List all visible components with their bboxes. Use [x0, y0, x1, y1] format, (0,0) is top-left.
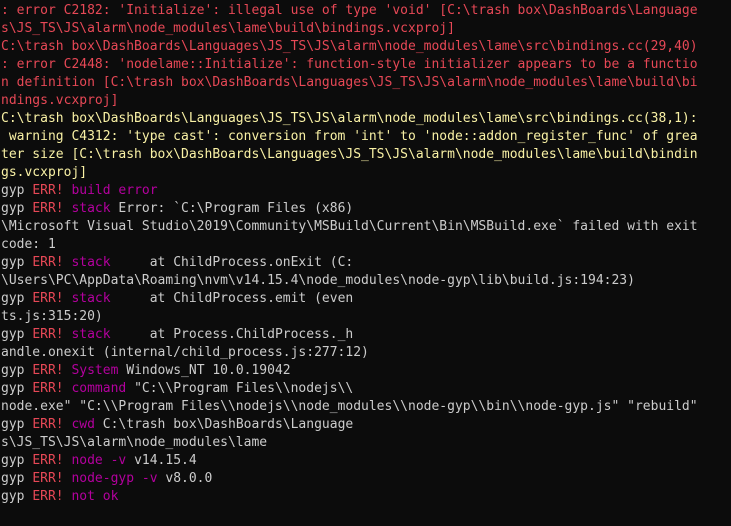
error-message: : error C2182: 'Initialize': illegal use…: [1, 3, 698, 18]
terminal-line: gyp ERR! cwd C:\trash box\DashBoards\Lan…: [0, 416, 731, 434]
warning-message: gs.vcxproj]: [1, 165, 88, 180]
line-text: gyp: [1, 255, 33, 270]
line-text: \Users\PC\AppData\Roaming\nvm\v14.15.4\n…: [1, 273, 635, 288]
terminal-line: node.exe" "C:\\Program Files\\nodejs\\no…: [0, 398, 731, 416]
terminal-line: gyp ERR! not ok: [0, 488, 731, 506]
terminal-line: ndings.vcxproj]: [0, 92, 731, 110]
line-text: C:\trash box\DashBoards\Language: [94, 417, 354, 432]
err-category: not ok: [63, 489, 119, 504]
terminal-line: C:\trash box\DashBoards\Languages\JS_TS\…: [0, 110, 731, 128]
warning-message: ter size [C:\trash box\DashBoards\Langua…: [1, 147, 698, 162]
terminal-line: gyp ERR! build error: [0, 182, 731, 200]
error-message: s\JS_TS\JS\alarm\node_modules\lame\build…: [1, 21, 455, 36]
line-text: v14.15.4: [126, 453, 197, 468]
error-message: : error C2448: 'nodelame::Initialize': f…: [1, 57, 698, 72]
terminal-line: : error C2182: 'Initialize': illegal use…: [0, 2, 731, 20]
err-category: System: [63, 363, 119, 378]
line-text: at ChildProcess.emit (even: [110, 291, 354, 306]
err-category: node -v: [63, 453, 127, 468]
warning-message: C:\trash box\DashBoards\Languages\JS_TS\…: [1, 111, 698, 126]
line-text: Windows_NT 10.0.19042: [118, 363, 291, 378]
err-badge: ERR!: [32, 489, 64, 504]
error-message: ndings.vcxproj]: [1, 93, 119, 108]
line-text: gyp: [1, 201, 33, 216]
terminal-line: gs.vcxproj]: [0, 164, 731, 182]
err-category: cwd: [63, 417, 95, 432]
line-text: gyp: [1, 417, 33, 432]
err-badge: ERR!: [32, 453, 64, 468]
terminal-line: gyp ERR! stack at Process.ChildProcess._…: [0, 326, 731, 344]
terminal-line: warning C4312: 'type cast': conversion f…: [0, 128, 731, 146]
err-badge: ERR!: [32, 201, 64, 216]
terminal-line: code: 1: [0, 236, 731, 254]
terminal-line: ts.js:315:20): [0, 308, 731, 326]
line-text: gyp: [1, 363, 33, 378]
terminal-line: gyp ERR! stack Error: `C:\Program Files …: [0, 200, 731, 218]
terminal-line: gyp ERR! stack at ChildProcess.onExit (C…: [0, 254, 731, 272]
line-text: andle.onexit (internal/child_process.js:…: [1, 345, 369, 360]
err-badge: ERR!: [32, 363, 64, 378]
terminal-output[interactable]: : error C2182: 'Initialize': illegal use…: [0, 0, 731, 526]
line-text: gyp: [1, 291, 33, 306]
line-text: s\JS_TS\JS\alarm\node_modules\lame: [1, 435, 268, 450]
line-text: \Microsoft Visual Studio\2019\Community\…: [1, 219, 698, 234]
error-message: C:\trash box\DashBoards\Languages\JS_TS\…: [1, 39, 698, 54]
line-text: Error: `C:\Program Files (x86): [110, 201, 354, 216]
line-text: ts.js:315:20): [1, 309, 103, 324]
line-text: gyp: [1, 327, 33, 342]
terminal-line: gyp ERR! System Windows_NT 10.0.19042: [0, 362, 731, 380]
line-text: "C:\\Program Files\\nodejs\\: [126, 381, 354, 396]
line-text: gyp: [1, 381, 33, 396]
error-message: n definition [C:\trash box\DashBoards\La…: [1, 75, 698, 90]
terminal-line: s\JS_TS\JS\alarm\node_modules\lame: [0, 434, 731, 452]
terminal-line: s\JS_TS\JS\alarm\node_modules\lame\build…: [0, 20, 731, 38]
err-category: stack: [63, 291, 111, 306]
terminal-line: gyp ERR! stack at ChildProcess.emit (eve…: [0, 290, 731, 308]
err-badge: ERR!: [32, 471, 64, 486]
line-text: gyp: [1, 183, 33, 198]
line-text: v8.0.0: [157, 471, 213, 486]
line-text: gyp: [1, 453, 33, 468]
err-badge: ERR!: [32, 327, 64, 342]
terminal-line: C:\trash box\DashBoards\Languages\JS_TS\…: [0, 38, 731, 56]
terminal-line: \Microsoft Visual Studio\2019\Community\…: [0, 218, 731, 236]
line-text: gyp: [1, 489, 33, 504]
err-badge: ERR!: [32, 183, 64, 198]
err-badge: ERR!: [32, 291, 64, 306]
warning-message: warning C4312: 'type cast': conversion f…: [1, 129, 698, 144]
line-text: gyp: [1, 471, 33, 486]
err-category: node-gyp -v: [63, 471, 158, 486]
terminal-line: ter size [C:\trash box\DashBoards\Langua…: [0, 146, 731, 164]
line-text: code: 1: [1, 237, 56, 252]
err-badge: ERR!: [32, 255, 64, 270]
err-category: command: [63, 381, 127, 396]
terminal-line: : error C2448: 'nodelame::Initialize': f…: [0, 56, 731, 74]
terminal-line: gyp ERR! node -v v14.15.4: [0, 452, 731, 470]
terminal-line: gyp ERR! command "C:\\Program Files\\nod…: [0, 380, 731, 398]
terminal-line: gyp ERR! node-gyp -v v8.0.0: [0, 470, 731, 488]
err-badge: ERR!: [32, 417, 64, 432]
line-text: at ChildProcess.onExit (C:: [110, 255, 354, 270]
terminal-line: andle.onexit (internal/child_process.js:…: [0, 344, 731, 362]
line-text: at Process.ChildProcess._h: [110, 327, 354, 342]
err-category: stack: [63, 201, 111, 216]
err-category: build error: [63, 183, 158, 198]
err-badge: ERR!: [32, 381, 64, 396]
terminal-line: \Users\PC\AppData\Roaming\nvm\v14.15.4\n…: [0, 272, 731, 290]
err-category: stack: [63, 327, 111, 342]
line-text: node.exe" "C:\\Program Files\\nodejs\\no…: [1, 399, 698, 414]
terminal-line: n definition [C:\trash box\DashBoards\La…: [0, 74, 731, 92]
err-category: stack: [63, 255, 111, 270]
